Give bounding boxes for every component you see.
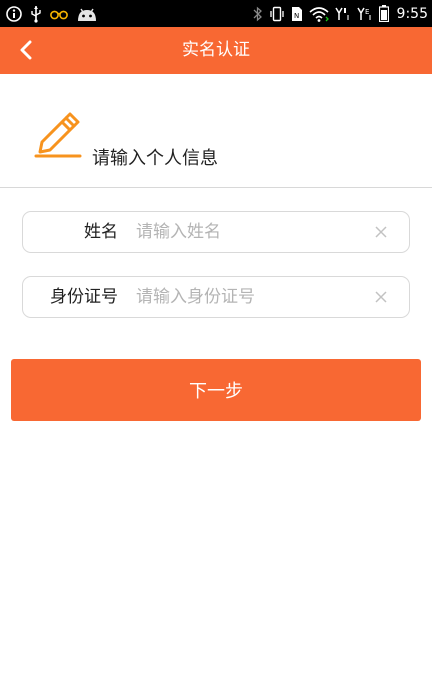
vibrate-icon [269, 3, 285, 24]
signal-1-icon [334, 3, 351, 24]
signal-2-icon: E [356, 3, 373, 24]
pencil-icon [34, 112, 82, 158]
status-bar-left [6, 3, 99, 24]
info-icon [6, 3, 22, 24]
page-title: 实名认证 [182, 40, 250, 60]
clear-name-icon[interactable] [373, 224, 389, 240]
name-input[interactable] [136, 216, 368, 248]
name-field: 姓名 [22, 211, 410, 253]
wifi-icon [309, 3, 329, 24]
app-header: 实名认证 [0, 27, 432, 74]
usb-icon [29, 3, 43, 24]
id-number-field: 身份证号 [22, 276, 410, 318]
next-step-button[interactable]: 下一步 [11, 359, 421, 421]
bluetooth-icon [253, 3, 263, 24]
intro-text: 请输入个人信息 [92, 148, 218, 169]
name-label: 姓名 [84, 222, 118, 242]
status-bar: N E 9:55 [0, 0, 432, 27]
android-icon [75, 3, 99, 24]
glasses-icon [50, 3, 68, 24]
svg-text:N: N [294, 12, 299, 20]
intro-section: 请输入个人信息 [0, 74, 432, 188]
status-bar-right: N E 9:55 [253, 3, 428, 24]
id-number-input[interactable] [136, 281, 368, 313]
status-time: 9:55 [396, 5, 428, 22]
svg-text:E: E [365, 8, 369, 16]
clear-id-number-icon[interactable] [373, 289, 389, 305]
sim-icon: N [291, 3, 303, 24]
id-number-label: 身份证号 [50, 287, 118, 307]
battery-icon [378, 3, 389, 24]
